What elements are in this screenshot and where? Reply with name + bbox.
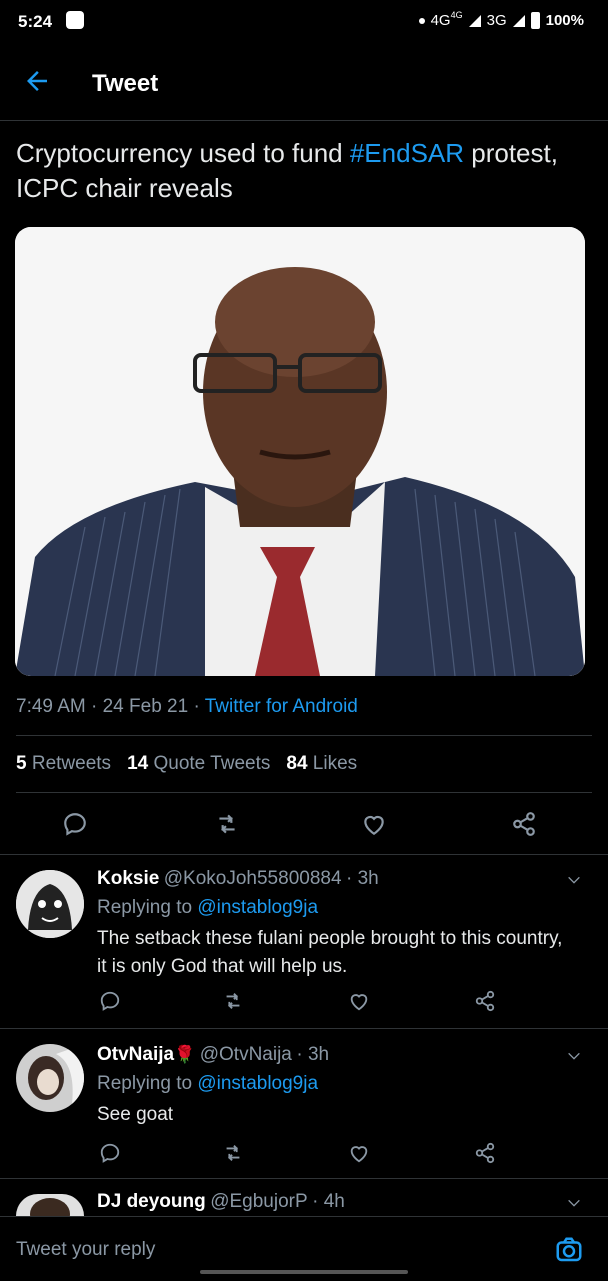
reply-icon[interactable] — [99, 1142, 121, 1164]
quotes-label: Quote Tweets — [153, 753, 271, 774]
replying-label: Replying to — [97, 897, 193, 918]
retweets-stat[interactable]: 5 Retweets — [16, 753, 111, 775]
quotes-stat[interactable]: 14 Quote Tweets — [127, 753, 270, 775]
network-label: 4G — [430, 12, 451, 29]
divider — [16, 735, 592, 736]
camera-icon[interactable] — [554, 1235, 584, 1265]
retweet-icon[interactable] — [222, 990, 244, 1012]
reply-author-name[interactable]: DJ deyoung — [97, 1191, 206, 1212]
signal-icon — [468, 14, 481, 27]
retweet-icon[interactable] — [222, 1142, 244, 1164]
reply-text: The setback these fulani people brought … — [97, 928, 563, 977]
like-icon[interactable] — [361, 811, 387, 837]
reply-text: See goat — [97, 1104, 174, 1125]
avatar[interactable] — [16, 870, 84, 938]
share-icon[interactable] — [511, 811, 537, 837]
retweets-count: 5 — [16, 753, 27, 774]
replying-to-link[interactable]: @instablog9ja — [197, 897, 318, 918]
tweet-stats: 5 Retweets 14 Quote Tweets 84 Likes — [16, 753, 357, 775]
reply-author-handle[interactable]: @OtvNaija — [200, 1044, 292, 1065]
like-icon[interactable] — [348, 1142, 370, 1164]
header: Tweet — [0, 44, 608, 121]
divider — [0, 1178, 608, 1179]
status-right: 4G 4G 3G 100% — [418, 9, 584, 29]
replying-to: Replying to @instablog9ja — [97, 1073, 318, 1095]
avatar[interactable] — [16, 1044, 84, 1112]
rose-emoji: 🌹 — [174, 1045, 196, 1064]
dot-icon — [418, 17, 425, 24]
likes-count: 84 — [286, 753, 308, 774]
chevron-down-icon[interactable] — [566, 1048, 582, 1064]
replying-label: Replying to — [97, 1073, 193, 1094]
portrait-image — [15, 227, 585, 676]
reply-author-name[interactable]: OtvNaija — [97, 1044, 174, 1065]
battery-icon — [530, 12, 540, 29]
status-bar: 5:24 4G 4G 3G 100% — [0, 0, 608, 44]
retweet-icon[interactable] — [214, 811, 240, 837]
quotes-count: 14 — [127, 753, 149, 774]
tweet-source-link[interactable]: Twitter for Android — [205, 696, 358, 717]
tweet-meta: 7:49 AM · 24 Feb 21 · Twitter for Androi… — [16, 696, 358, 717]
tweet-date: 24 Feb 21 — [102, 696, 189, 717]
divider — [0, 854, 608, 855]
reply-input[interactable]: Tweet your reply — [16, 1239, 155, 1261]
replying-to-link[interactable]: @instablog9ja — [197, 1073, 318, 1094]
tweet-text-part: Cryptocurrency used to fund — [16, 138, 350, 168]
share-icon[interactable] — [474, 1142, 496, 1164]
battery-label: 100% — [545, 12, 584, 29]
back-arrow-icon[interactable] — [22, 66, 52, 96]
share-icon[interactable] — [474, 990, 496, 1012]
replying-to: Replying to @instablog9ja — [97, 897, 318, 919]
reply-icon[interactable] — [62, 811, 88, 837]
signal2-icon — [512, 14, 525, 27]
reply-header: Koksie @KokoJoh55800884 · 3h — [97, 868, 379, 889]
hashtag-link[interactable]: #EndSAR — [350, 138, 464, 168]
reply-age: 3h — [357, 868, 379, 889]
likes-label: Likes — [312, 753, 358, 774]
reply-author-handle[interactable]: @EgbujorP — [210, 1191, 307, 1212]
chevron-down-icon[interactable] — [566, 872, 582, 888]
reply-author-name[interactable]: Koksie — [97, 868, 159, 889]
retweets-label: Retweets — [31, 753, 112, 774]
like-icon[interactable] — [348, 990, 370, 1012]
status-time: 5:24 — [18, 12, 53, 31]
divider — [0, 1028, 608, 1029]
reply-icon[interactable] — [99, 990, 121, 1012]
avatar[interactable] — [16, 1194, 84, 1216]
likes-stat[interactable]: 84 Likes — [286, 753, 357, 775]
reply-author-handle[interactable]: @KokoJoh55800884 — [164, 868, 342, 889]
tweet-time: 7:49 AM — [16, 696, 86, 717]
chevron-down-icon[interactable] — [566, 1195, 582, 1211]
divider — [16, 792, 592, 793]
reply-age: 4h — [323, 1191, 345, 1212]
reply-header: OtvNaija🌹 @OtvNaija · 3h — [97, 1044, 330, 1065]
network-small-label: 4G — [450, 9, 463, 20]
notification-icon — [66, 11, 84, 29]
tweet-photo[interactable] — [15, 227, 585, 676]
reply-age: 3h — [307, 1044, 330, 1065]
network2-label: 3G — [486, 12, 507, 29]
tweet-text: Cryptocurrency used to fund #EndSAR prot… — [16, 136, 586, 206]
tweet-actions — [0, 808, 608, 842]
page-title: Tweet — [92, 70, 159, 97]
home-indicator[interactable] — [200, 1270, 408, 1274]
reply-header: DJ deyoung @EgbujorP · 4h — [97, 1191, 345, 1212]
